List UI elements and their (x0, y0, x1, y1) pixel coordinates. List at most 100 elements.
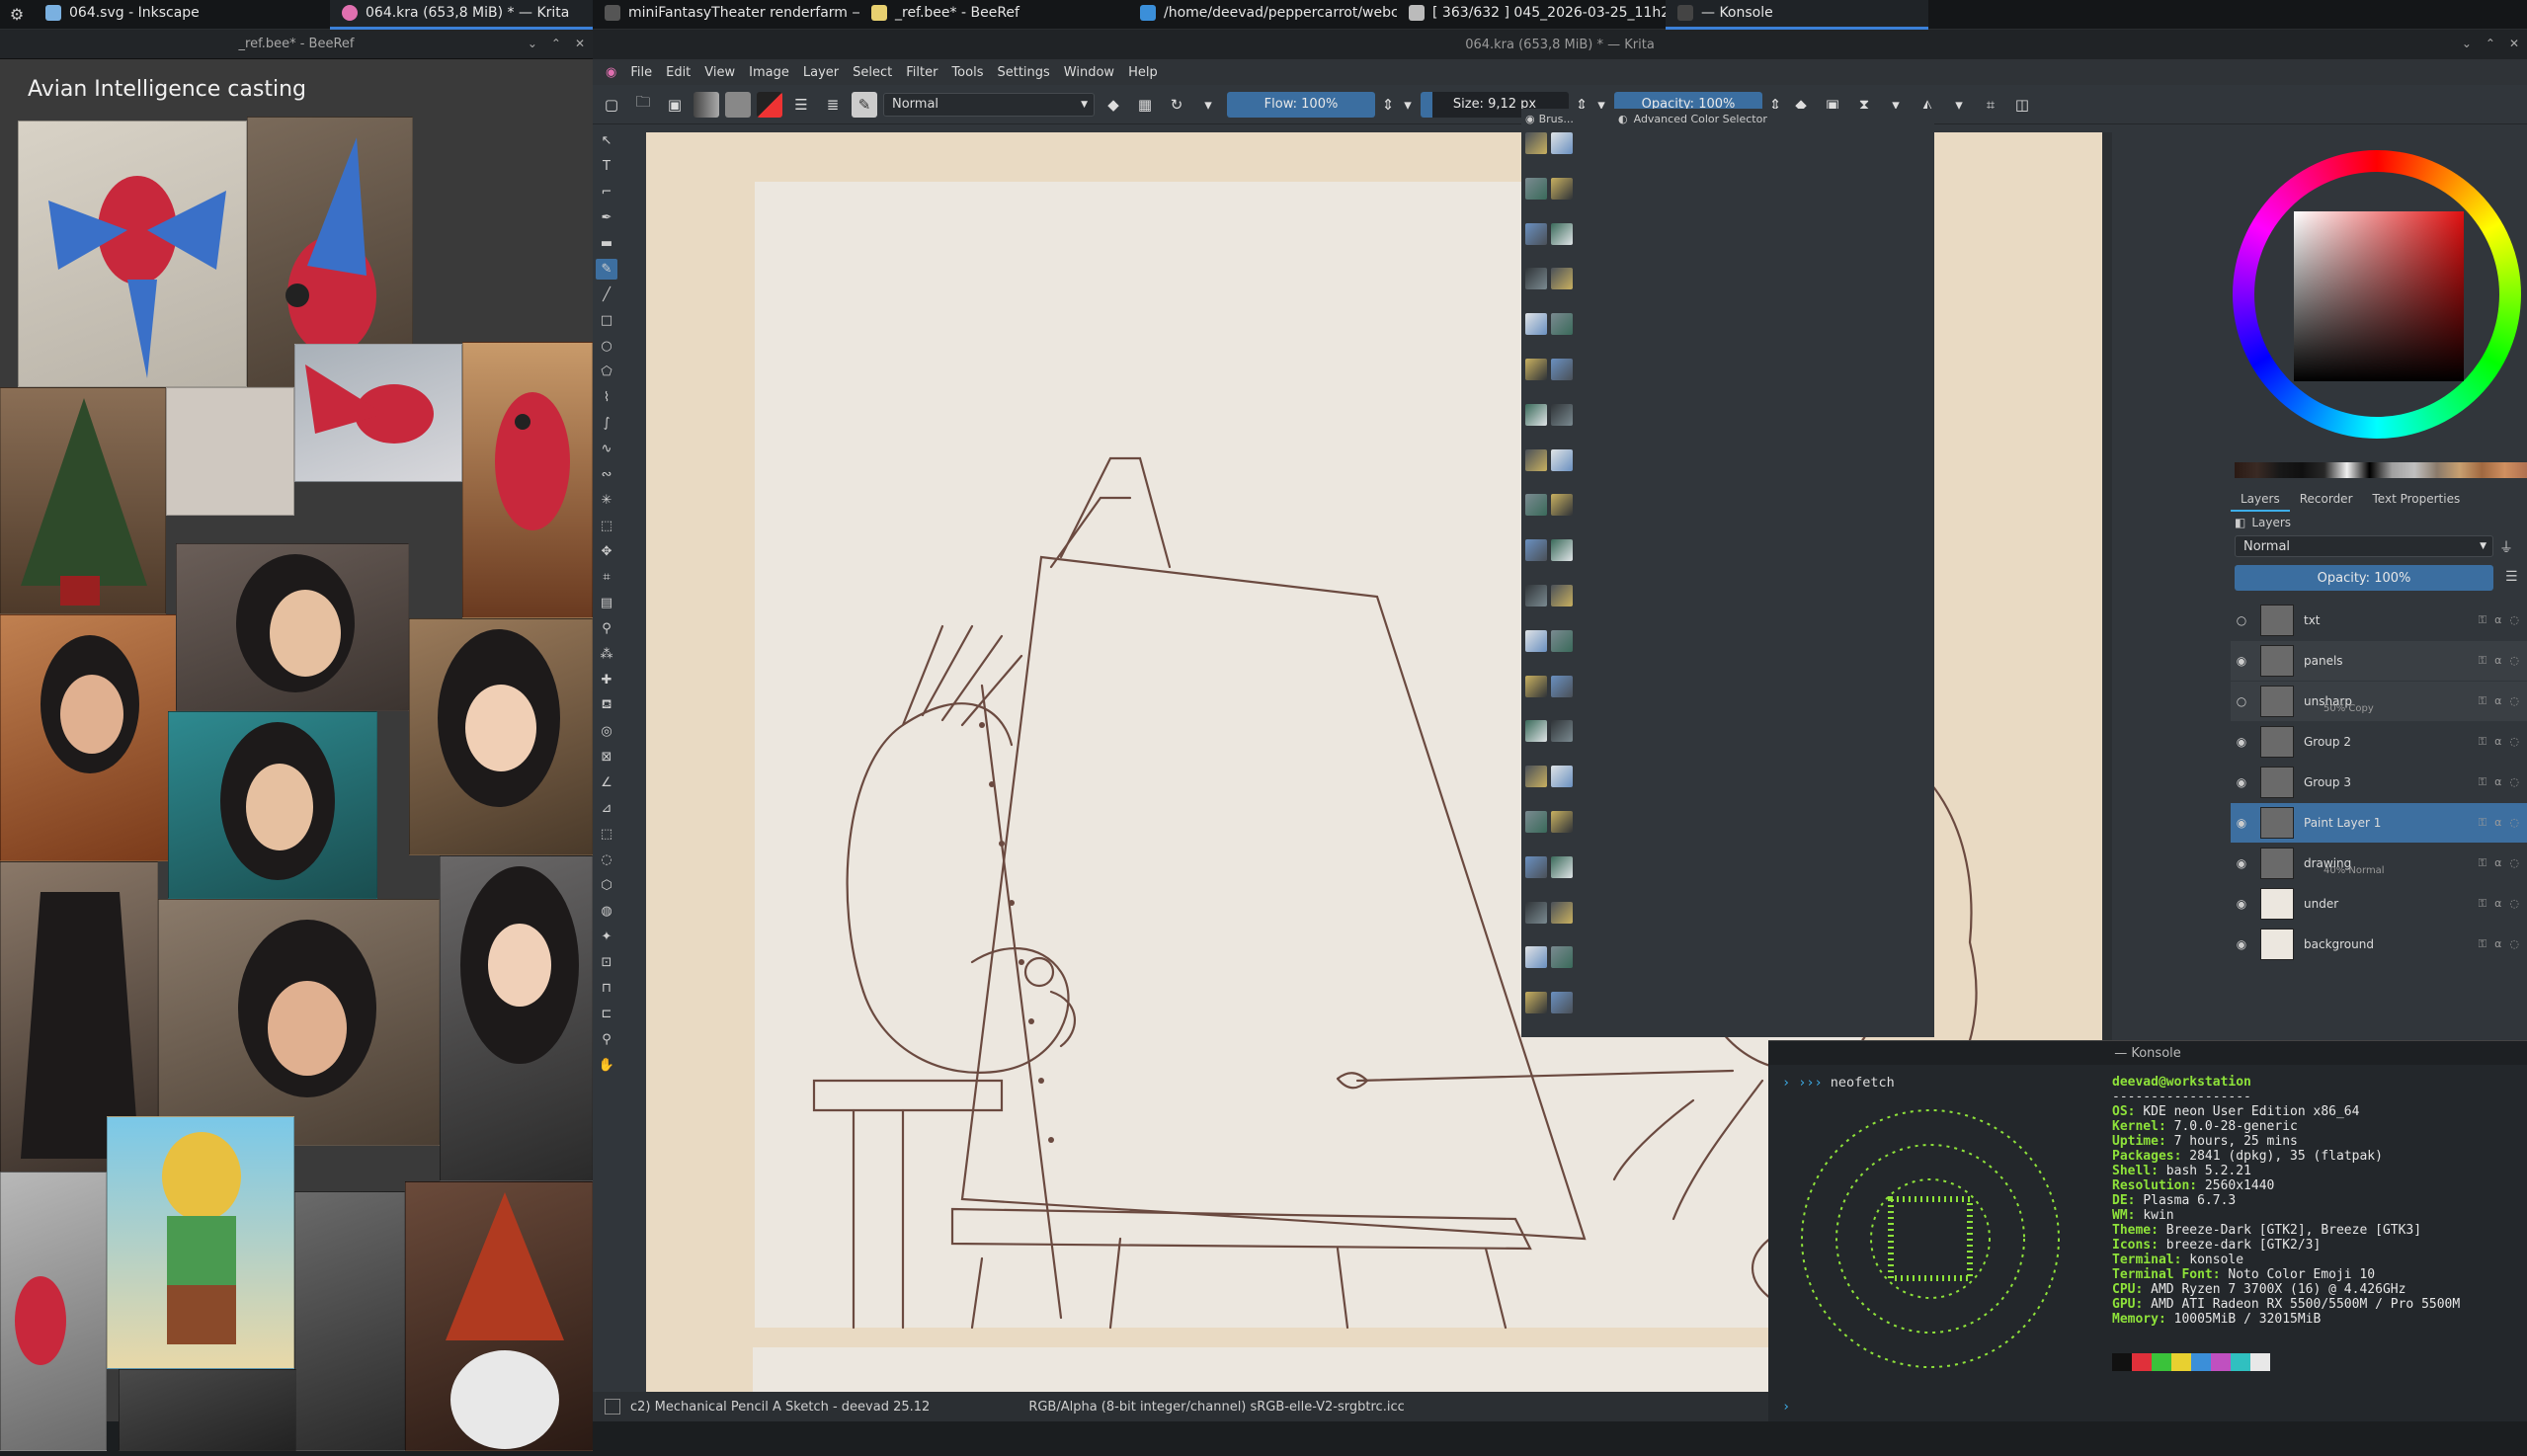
chevron-down-icon[interactable]: ▾ (1946, 92, 1972, 118)
brush-preset-item[interactable] (1551, 946, 1573, 969)
brush-preset-item[interactable] (1551, 855, 1573, 878)
brush-preset-item[interactable] (1525, 132, 1547, 154)
recent-colors-row[interactable] (2235, 462, 2527, 478)
brush-preset-item[interactable] (1525, 810, 1547, 833)
brush-editor-icon[interactable]: ☰ (788, 92, 814, 118)
eye-closed-icon[interactable]: ○ (2231, 613, 2252, 627)
lock-icon[interactable]: ⚿ (2479, 735, 2486, 749)
task-inkscape[interactable]: 064.svg - Inkscape (34, 0, 330, 30)
inherit-alpha-icon[interactable]: ◌ (2509, 775, 2519, 789)
eye-icon[interactable]: ◉ (2231, 937, 2252, 951)
reload-preset-icon[interactable]: ↻ (1164, 92, 1189, 118)
alpha-icon[interactable]: α (2494, 775, 2501, 789)
lock-icon[interactable]: ⚿ (2479, 897, 2486, 911)
brush-preset-item[interactable] (1525, 268, 1547, 290)
brush-preset-item[interactable] (1525, 539, 1547, 562)
ref-image-parrot-flying[interactable] (18, 121, 247, 387)
brush-preset-item[interactable] (1551, 358, 1573, 380)
alpha-icon[interactable]: α (2494, 937, 2501, 951)
tab-recorder[interactable]: Recorder (2290, 492, 2363, 512)
lock-icon[interactable]: ⚿ (2479, 654, 2486, 668)
task-dolphin[interactable]: /home/deevad/peppercarrot/webco… (1128, 0, 1397, 30)
menu-filter[interactable]: Filter (899, 65, 944, 80)
layer-row[interactable]: ◉ Paint Layer 1 ⚿ α ◌ (2231, 803, 2527, 843)
fill-tool-icon[interactable]: ⛾ (596, 695, 617, 716)
gradient-tool-icon[interactable]: ▬ (596, 233, 617, 254)
layers-menu-icon[interactable]: ☰ (2505, 569, 2518, 585)
ref-image-girl-shout[interactable] (176, 543, 409, 711)
blend-mode-select[interactable]: Normal ▼ (883, 92, 1095, 117)
prompt-cursor[interactable]: › (1782, 1399, 1790, 1415)
assistant-tool-icon[interactable]: ⊠ (596, 747, 617, 768)
text-tool-icon[interactable]: T (596, 156, 617, 177)
ref-image-girl-parrot[interactable] (166, 387, 294, 516)
maximize-icon[interactable]: ⌃ (2486, 37, 2495, 50)
saturation-value-square[interactable] (2294, 211, 2464, 381)
inherit-alpha-icon[interactable]: ◌ (2509, 816, 2519, 830)
current-brush-icon[interactable]: ✎ (852, 91, 877, 118)
flow-slider[interactable]: Flow: 100% (1227, 91, 1375, 118)
ref-image-christmas[interactable] (0, 387, 166, 614)
lock-icon[interactable]: ⚿ (2479, 775, 2486, 789)
close-icon[interactable]: ✕ (575, 37, 585, 50)
ref-image-girl-smile[interactable] (0, 614, 178, 861)
open-document-icon[interactable]: 🗀 (630, 92, 656, 118)
brush-preset-item[interactable] (1551, 132, 1573, 154)
gradient-icon[interactable] (693, 91, 719, 118)
ref-image-girl-wand[interactable] (409, 618, 593, 855)
alpha-icon[interactable]: α (2494, 735, 2501, 749)
chevron-down-icon[interactable]: ▾ (1195, 92, 1221, 118)
similar-select-tool-icon[interactable]: ⊡ (596, 952, 617, 973)
eye-icon[interactable]: ◉ (2231, 897, 2252, 911)
menu-image[interactable]: Image (742, 65, 796, 80)
brush-preset-item[interactable] (1525, 720, 1547, 743)
ref-image-girl-quill[interactable] (168, 711, 377, 899)
measure-tool-icon[interactable]: ∠ (596, 772, 617, 793)
brush-preset-item[interactable] (1525, 403, 1547, 426)
eraser-icon[interactable]: ◆ (1100, 92, 1126, 118)
tab-layers[interactable]: Layers (2231, 492, 2290, 512)
eye-closed-icon[interactable]: ○ (2231, 694, 2252, 708)
brush-preset-item[interactable] (1525, 584, 1547, 607)
brush-preset-item[interactable] (1551, 584, 1573, 607)
alpha-icon[interactable]: α (2494, 816, 2501, 830)
lock-icon[interactable]: ⚿ (2479, 816, 2486, 830)
app-launcher-icon[interactable]: ⚙ (0, 0, 34, 30)
layer-blend-mode-select[interactable]: Normal ▼ (2235, 535, 2493, 557)
task-krita[interactable]: 064.kra (653,8 MiB) * — Krita (330, 0, 593, 30)
layer-opacity-slider[interactable]: Opacity: 100% (2235, 565, 2493, 591)
dynamic-brush-tool-icon[interactable]: ∾ (596, 464, 617, 485)
smart-patch-tool-icon[interactable]: ✚ (596, 670, 617, 690)
color-picker-tool-icon[interactable]: ⚲ (596, 618, 617, 639)
menu-select[interactable]: Select (846, 65, 899, 80)
eye-icon[interactable]: ◉ (2231, 775, 2252, 789)
menu-help[interactable]: Help (1121, 65, 1165, 80)
save-icon[interactable]: ▣ (662, 92, 688, 118)
brush-preset-item[interactable] (1551, 720, 1573, 743)
maximize-icon[interactable]: ⌃ (551, 37, 561, 50)
ref-image-elf-sitting[interactable] (107, 1116, 294, 1369)
colorize-mask-tool-icon[interactable]: ⁂ (596, 644, 617, 665)
polygon-select-tool-icon[interactable]: ⬡ (596, 875, 617, 896)
freehand-select-tool-icon[interactable]: ◍ (596, 901, 617, 922)
contiguous-select-tool-icon[interactable]: ✦ (596, 927, 617, 947)
brush-presets-icon[interactable]: ≣ (820, 92, 846, 118)
brush-preset-item[interactable] (1551, 403, 1573, 426)
ref-image-wizard[interactable] (405, 1181, 593, 1451)
edit-shapes-tool-icon[interactable]: ⌐ (596, 182, 617, 202)
task-renderfarm[interactable]: miniFantasyTheater renderfarm — … (593, 0, 859, 30)
calligraphy-tool-icon[interactable]: ✒ (596, 207, 617, 228)
ref-image-girl-surprised[interactable] (440, 855, 593, 1181)
freehand-brush-tool-icon[interactable]: ✎ (596, 259, 617, 280)
brush-preset-item[interactable] (1525, 629, 1547, 652)
inherit-alpha-icon[interactable]: ◌ (2509, 694, 2519, 708)
ref-image-parrot-wings[interactable] (294, 344, 462, 482)
alpha-icon[interactable]: α (2494, 897, 2501, 911)
transform-tool-icon[interactable]: ⬚ (596, 516, 617, 536)
tab-text-properties[interactable]: Text Properties (2363, 492, 2471, 512)
inherit-alpha-icon[interactable]: ◌ (2509, 735, 2519, 749)
menu-tools[interactable]: Tools (944, 65, 990, 80)
pan-tool-icon[interactable]: ✋ (596, 1055, 617, 1076)
inherit-alpha-icon[interactable]: ◌ (2509, 654, 2519, 668)
brush-preset-item[interactable] (1525, 675, 1547, 697)
